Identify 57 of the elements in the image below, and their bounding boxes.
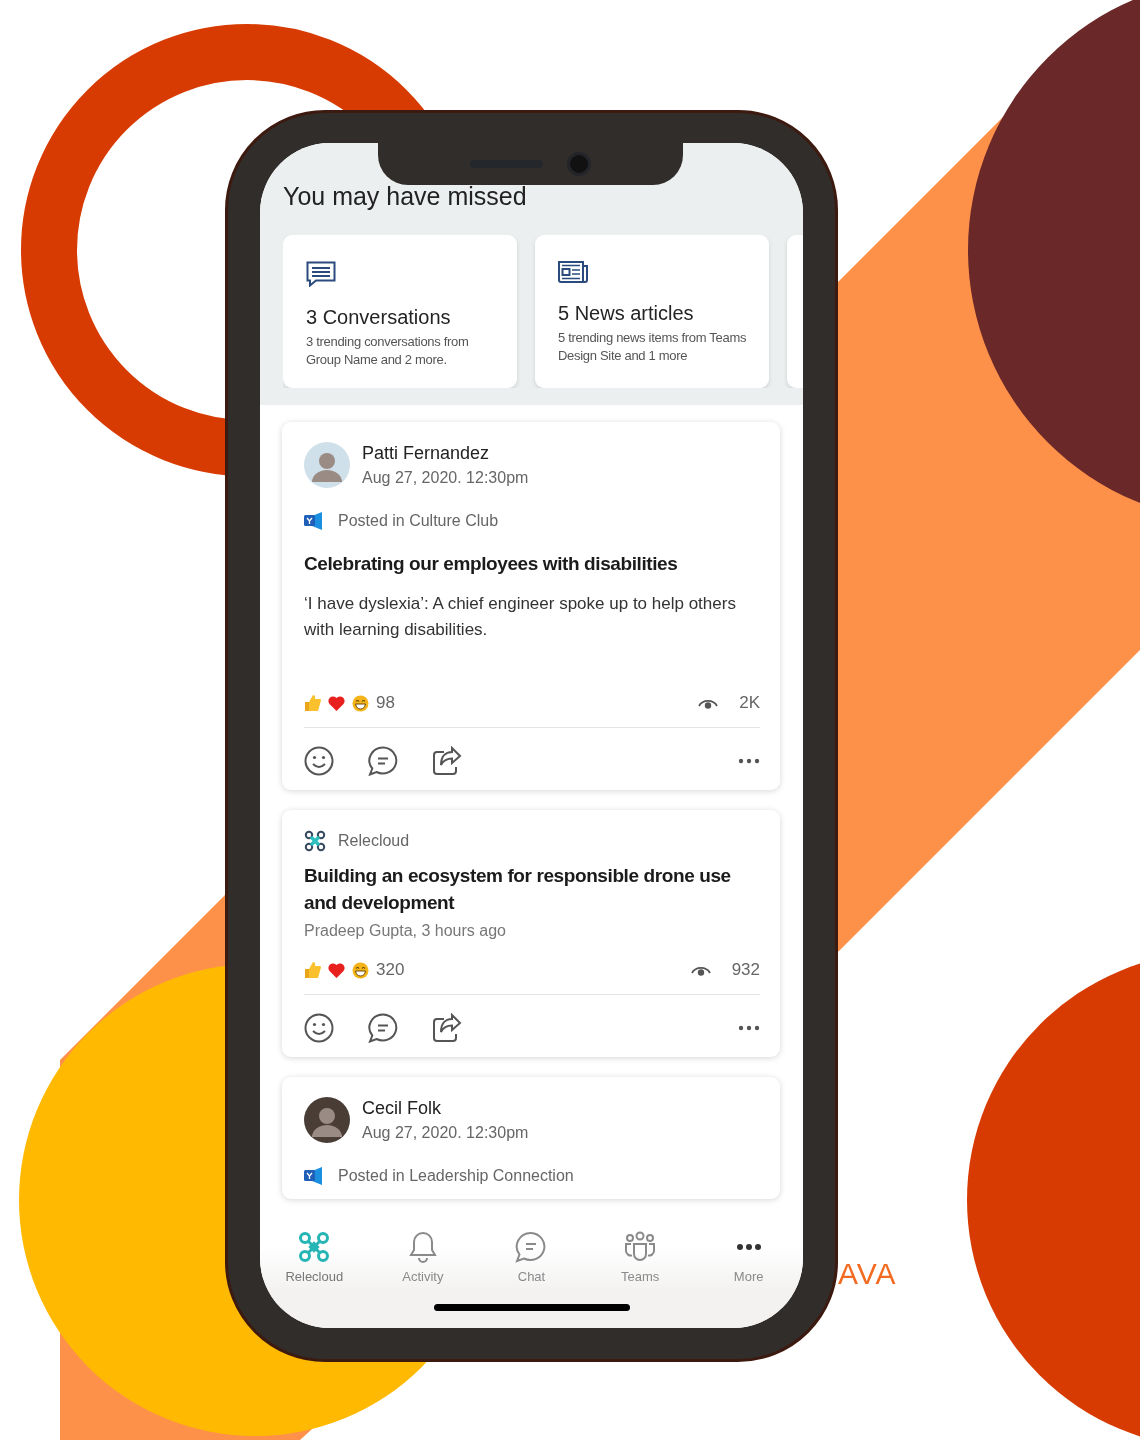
reaction-count[interactable]: 320: [376, 960, 405, 980]
more-icon: [735, 1243, 762, 1251]
comment-icon[interactable]: [368, 746, 398, 776]
card-title: 3 Conversations: [306, 305, 452, 329]
card-description: 3 trending conversations from Group Name and 2 more.: [306, 333, 470, 369]
view-count: 2K: [739, 693, 760, 713]
laughing-face-icon: [352, 961, 369, 979]
section-heading: You may have missed: [283, 181, 528, 211]
smiley-icon[interactable]: [304, 1013, 334, 1043]
card-description: 5 trending news items from Teams Design Site and 1 more: [558, 329, 748, 365]
post-card[interactable]: Cecil Folk Aug 27, 2020. 12:30pm Posted in Leadership Connection: [282, 1077, 780, 1199]
share-icon[interactable]: [432, 746, 462, 776]
reaction-count[interactable]: 98: [376, 693, 395, 713]
post-time: Aug 27, 2020. 12:30pm: [362, 468, 529, 488]
avatar-placeholder: [304, 1097, 350, 1143]
eye-icon: [698, 697, 719, 709]
nav-tab[interactable]: Relecloud: [274, 1231, 355, 1284]
author-name[interactable]: Cecil Folk: [362, 1095, 529, 1121]
drone-icon: [304, 830, 326, 852]
brand-logo-text: AVA: [838, 1257, 897, 1291]
post-byline: Pradeep Gupta, 3 hours ago: [304, 922, 507, 940]
nav-tab[interactable]: Chat: [491, 1231, 572, 1284]
post-card[interactable]: Relecloud Building an ecosystem for responsible drone use and development Pradeep Gupta, 3 hours ago 320 932: [282, 810, 780, 1057]
post-summary: ‘I have dyslexia’: A chief engineer spoke up to help others with learning disabilities.: [304, 593, 737, 641]
thumbs-up-icon: [304, 962, 321, 978]
author-name[interactable]: Patti Fernandez: [362, 440, 529, 466]
avatar-placeholder: [304, 442, 350, 488]
more-options-icon[interactable]: [738, 758, 760, 764]
chat-icon: [515, 1231, 548, 1263]
smiley-icon[interactable]: [304, 746, 334, 776]
eye-icon: [690, 964, 711, 976]
share-icon[interactable]: [432, 1013, 462, 1043]
heart-icon: [328, 695, 345, 711]
post-time: Aug 27, 2020. 12:30pm: [362, 1123, 529, 1143]
newspaper-icon: [558, 261, 588, 283]
nav-tab[interactable]: More: [708, 1231, 789, 1284]
nav-tab[interactable]: Activity: [382, 1231, 463, 1284]
laughing-face-icon: [352, 694, 369, 712]
chat-bubble-icon: [306, 261, 336, 287]
summary-card[interactable]: 5 News articles 5 trending news items from Teams Design Site and 1 more: [535, 235, 769, 388]
source-label[interactable]: Relecloud: [338, 832, 410, 850]
bell-icon: [408, 1231, 437, 1263]
view-count: 932: [731, 960, 760, 980]
comment-icon[interactable]: [368, 1013, 398, 1043]
summary-card[interactable]: 3 Conversations 3 trending conversations from Group Name and 2 more.: [283, 235, 517, 388]
heart-icon: [328, 962, 345, 978]
card-title: 5 News articles: [558, 301, 695, 325]
community-label[interactable]: Posted in Leadership Connection: [338, 1167, 574, 1185]
post-title[interactable]: Celebrating our employees with disabilities: [304, 550, 760, 577]
community-label[interactable]: Posted in Culture Club: [338, 512, 499, 530]
nav-tab[interactable]: Teams: [600, 1231, 681, 1284]
people-icon: [624, 1231, 657, 1263]
post-title[interactable]: Building an ecosystem for responsible drone use and development: [304, 862, 760, 916]
drone-icon: [298, 1231, 331, 1263]
thumbs-up-icon: [304, 695, 321, 711]
more-options-icon[interactable]: [738, 1025, 760, 1031]
post-card[interactable]: Patti Fernandez Aug 27, 2020. 12:30pm Posted in Culture Club Celebrating our employees with disabilities ‘I have dyslexia’: A chief engineer spoke up to help others with learning disabilities. 98 2K: [282, 422, 780, 790]
